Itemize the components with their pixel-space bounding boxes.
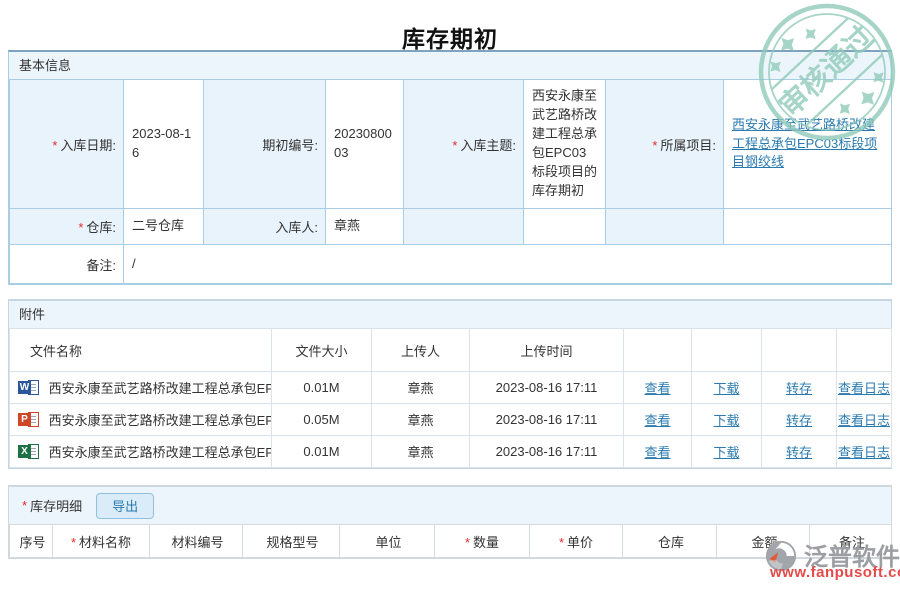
field-value-project: 西安永康至武艺路桥改建工程总承包EPC03标段项目钢绞线	[724, 80, 892, 209]
save-as-link[interactable]: 转存	[786, 413, 812, 428]
attachments-header-row: 文件名称 文件大小 上传人 上传时间	[10, 329, 892, 372]
col-header-file-size: 文件大小	[272, 329, 372, 372]
required-mark: *	[52, 138, 57, 153]
col-header-amount: 金额	[717, 525, 810, 558]
download-link[interactable]: 下载	[713, 445, 739, 460]
file-size: 0.01M	[272, 372, 372, 404]
col-header-empty	[624, 329, 692, 372]
attachments-table: 文件名称 文件大小 上传人 上传时间 W 西安永康至武艺路桥改建工程总承包EP …	[9, 328, 892, 468]
col-header-upload-time: 上传时间	[470, 329, 624, 372]
page-title: 库存期初	[0, 0, 900, 50]
field-value-inbound-subject: 西安永康至武艺路桥改建工程总承包EPC03标段项目的库存期初	[524, 80, 606, 209]
file-name: 西安永康至武艺路桥改建工程总承包EP	[49, 381, 272, 396]
powerpoint-file-icon: P	[18, 412, 39, 428]
inventory-detail-section-title: 库存明细	[30, 496, 82, 515]
col-header-spec-model: 规格型号	[243, 525, 340, 558]
view-log-link[interactable]: 查看日志	[838, 381, 890, 396]
field-label-project: *所属项目:	[606, 80, 724, 209]
project-link[interactable]: 西安永康至武艺路桥改建工程总承包EPC03标段项目钢绞线	[732, 117, 877, 170]
view-log-link[interactable]: 查看日志	[838, 413, 890, 428]
col-header-remark: 备注	[810, 525, 892, 558]
col-header-material-name: *材料名称	[53, 525, 150, 558]
save-as-link[interactable]: 转存	[786, 445, 812, 460]
watermark-url: www.fanpusoft.com	[770, 564, 900, 581]
col-header-empty	[692, 329, 762, 372]
required-mark: *	[652, 138, 657, 153]
file-size: 0.01M	[272, 436, 372, 468]
col-header-empty	[762, 329, 837, 372]
file-upload-time: 2023-08-16 17:11	[470, 372, 624, 404]
view-link[interactable]: 查看	[644, 445, 670, 460]
field-value-inbound-person: 章燕	[326, 209, 404, 245]
field-value-inbound-date: 2023-08-16	[124, 80, 204, 209]
file-name: 西安永康至武艺路桥改建工程总承包EP	[49, 445, 272, 460]
field-value-remark: /	[124, 245, 892, 284]
field-label-opening-number: 期初编号:	[204, 80, 326, 209]
attachment-row: P 西安永康至武艺路桥改建工程总承包EP 0.05M 章燕 2023-08-16…	[10, 404, 892, 436]
file-uploader: 章燕	[372, 436, 470, 468]
inventory-header-row: 序号 *材料名称 材料编号 规格型号 单位 *数量 *单价 仓库 金额 备注	[10, 525, 892, 558]
empty-value-cell	[724, 209, 892, 245]
attachment-row: X 西安永康至武艺路桥改建工程总承包EP 0.01M 章燕 2023-08-16…	[10, 436, 892, 468]
col-header-uploader: 上传人	[372, 329, 470, 372]
view-log-link[interactable]: 查看日志	[838, 445, 890, 460]
field-label-inbound-subject: *入库主题:	[404, 80, 524, 209]
required-mark: *	[452, 138, 457, 153]
empty-label-cell	[606, 209, 724, 245]
col-header-material-code: 材料编号	[150, 525, 243, 558]
col-header-unit: 单位	[340, 525, 435, 558]
file-name: 西安永康至武艺路桥改建工程总承包EP	[49, 413, 272, 428]
empty-value-cell	[524, 209, 606, 245]
attachments-section-title: 附件	[9, 301, 891, 328]
field-label-remark: 备注:	[10, 245, 124, 284]
col-header-unit-price: *单价	[530, 525, 623, 558]
field-label-warehouse: *仓库:	[10, 209, 124, 245]
file-upload-time: 2023-08-16 17:11	[470, 404, 624, 436]
basic-info-section-title: 基本信息	[9, 52, 891, 79]
basic-info-row-2: *仓库: 二号仓库 入库人: 章燕	[10, 209, 892, 245]
basic-info-table: *入库日期: 2023-08-16 期初编号: 2023080003 *入库主题…	[9, 79, 892, 284]
field-value-opening-number: 2023080003	[326, 80, 404, 209]
download-link[interactable]: 下载	[713, 381, 739, 396]
view-link[interactable]: 查看	[644, 413, 670, 428]
inventory-detail-table: 序号 *材料名称 材料编号 规格型号 单位 *数量 *单价 仓库 金额 备注	[9, 524, 892, 558]
file-size: 0.05M	[272, 404, 372, 436]
col-header-serial-number: 序号	[10, 525, 53, 558]
excel-file-icon: X	[18, 444, 39, 460]
empty-label-cell	[404, 209, 524, 245]
col-header-empty	[837, 329, 892, 372]
required-mark: *	[78, 220, 83, 235]
inventory-detail-header: * 库存明细 导出	[9, 487, 891, 524]
save-as-link[interactable]: 转存	[786, 381, 812, 396]
attachment-row: W 西安永康至武艺路桥改建工程总承包EP 0.01M 章燕 2023-08-16…	[10, 372, 892, 404]
export-button[interactable]: 导出	[96, 493, 154, 519]
word-file-icon: W	[18, 380, 39, 396]
attachments-section: 附件 文件名称 文件大小 上传人 上传时间 W 西安永康至武艺路桥改建工程总承包…	[8, 299, 892, 469]
download-link[interactable]: 下载	[713, 413, 739, 428]
col-header-quantity: *数量	[435, 525, 530, 558]
file-uploader: 章燕	[372, 372, 470, 404]
col-header-file-name: 文件名称	[10, 329, 272, 372]
required-mark: *	[22, 498, 27, 513]
field-value-warehouse: 二号仓库	[124, 209, 204, 245]
view-link[interactable]: 查看	[644, 381, 670, 396]
basic-info-section: 基本信息 *入库日期: 2023-08-16 期初编号: 2023080003 …	[8, 50, 892, 285]
file-upload-time: 2023-08-16 17:11	[470, 436, 624, 468]
inventory-detail-section: * 库存明细 导出 序号 *材料名称 材料编号 规格型号 单位 *数量 *单价 …	[8, 485, 892, 559]
file-uploader: 章燕	[372, 404, 470, 436]
field-label-inbound-date: *入库日期:	[10, 80, 124, 209]
field-label-inbound-person: 入库人:	[204, 209, 326, 245]
basic-info-row-remark: 备注: /	[10, 245, 892, 284]
basic-info-row-1: *入库日期: 2023-08-16 期初编号: 2023080003 *入库主题…	[10, 80, 892, 209]
col-header-warehouse: 仓库	[623, 525, 717, 558]
